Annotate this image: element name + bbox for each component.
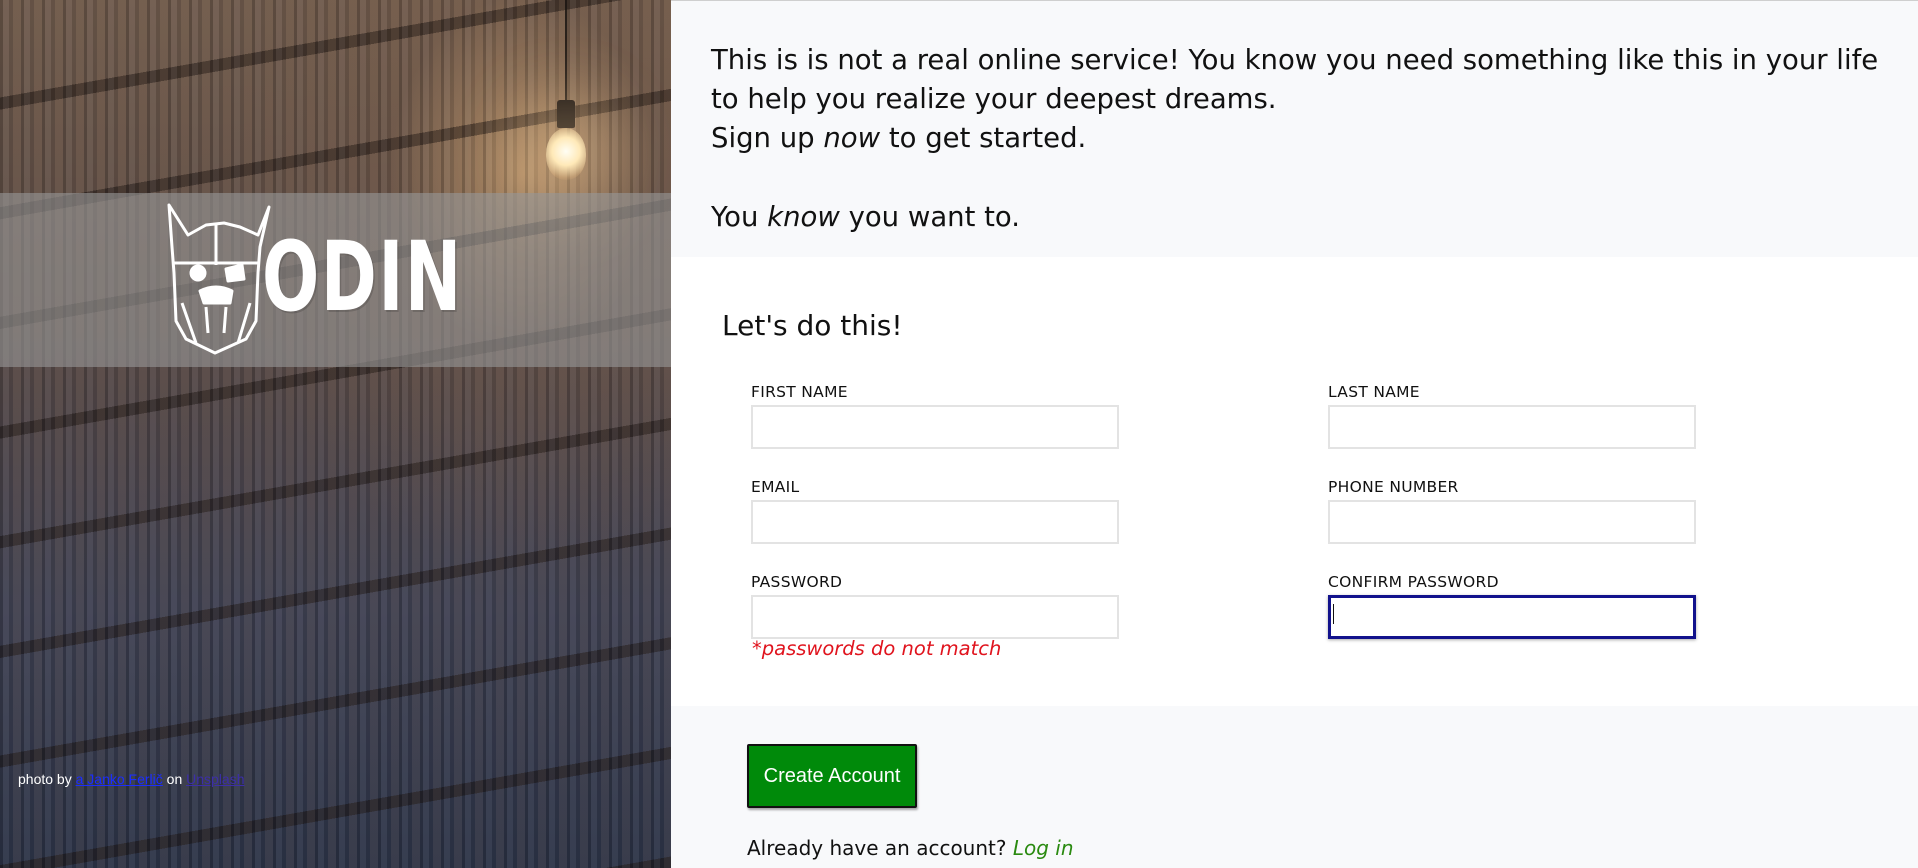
form-actions: Create Account Already have an account? … (671, 706, 1918, 868)
password-input[interactable] (751, 595, 1119, 639)
bulb-cord (565, 0, 567, 110)
bulb-socket (557, 100, 575, 128)
password-field: PASSWORD (751, 573, 1119, 639)
intro-line-3: You know you want to. (711, 198, 1891, 237)
first-name-label: FIRST NAME (751, 383, 848, 401)
login-link[interactable]: Log in (1013, 836, 1074, 860)
last-name-input[interactable] (1328, 405, 1696, 449)
last-name-field: LAST NAME (1328, 383, 1696, 449)
login-prompt: Already have an account? Log in (747, 836, 1074, 860)
intro-section: This is is not a real online service! Yo… (671, 0, 1918, 257)
phone-label: PHONE NUMBER (1328, 478, 1459, 496)
confirm-password-input[interactable] (1328, 595, 1696, 639)
signup-form: Let's do this! FIRST NAME LAST NAME EMAI… (671, 257, 1918, 706)
email-field: EMAIL (751, 478, 1119, 544)
phone-input[interactable] (1328, 500, 1696, 544)
photo-author-link[interactable]: a Janko Ferlič (76, 771, 163, 787)
intro-line-3-end: you want to. (839, 201, 1021, 233)
text-caret (1333, 604, 1334, 624)
intro-line-3-start: You (711, 201, 768, 233)
intro-line-3-emphasis: know (767, 201, 840, 233)
first-name-field: FIRST NAME (751, 383, 1119, 449)
last-name-label: LAST NAME (1328, 383, 1420, 401)
intro-line-1: This is is not a real online service! Yo… (711, 44, 1879, 115)
create-account-button[interactable]: Create Account (747, 744, 917, 808)
phone-field: PHONE NUMBER (1328, 478, 1696, 544)
login-prompt-text: Already have an account? (747, 836, 1007, 860)
photo-credit: photo by a Janko Ferlič on Unsplash (18, 771, 245, 787)
password-error-message: *passwords do not match (752, 637, 1002, 660)
email-label: EMAIL (751, 478, 800, 496)
confirm-password-label: CONFIRM PASSWORD (1328, 573, 1499, 591)
photo-credit-middle: on (166, 771, 183, 787)
intro-line-2-end: to get started. (880, 122, 1087, 154)
intro-line-2-emphasis: now (823, 122, 881, 154)
intro-text: This is is not a real online service! Yo… (711, 41, 1891, 237)
email-input[interactable] (751, 500, 1119, 544)
password-label: PASSWORD (751, 573, 843, 591)
intro-line-2: Sign up now to get started. (711, 119, 1891, 158)
light-bulb (546, 128, 586, 180)
logo-text: ODIN (262, 221, 463, 333)
form-title: Let's do this! (722, 309, 903, 342)
photo-credit-prefix: photo by (18, 771, 72, 787)
photo-source-link[interactable]: Unsplash (186, 771, 244, 787)
confirm-password-field: CONFIRM PASSWORD (1328, 573, 1696, 639)
first-name-input[interactable] (751, 405, 1119, 449)
hero-image-panel: ODIN photo by a Janko Ferlič on Unsplash (0, 0, 671, 868)
intro-line-2-start: Sign up (711, 122, 824, 154)
